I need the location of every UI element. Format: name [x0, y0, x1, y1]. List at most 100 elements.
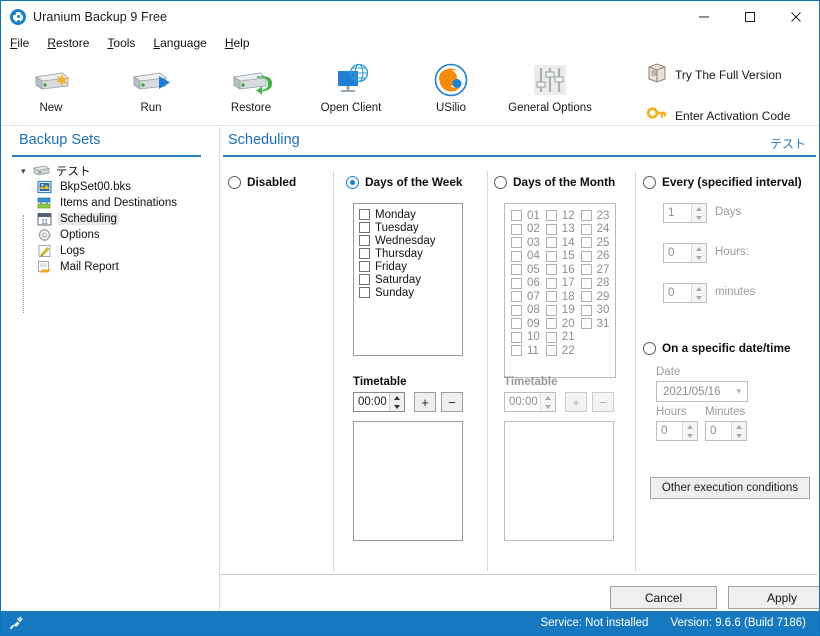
radio-every-interval[interactable]: Every (specified interval)	[643, 175, 802, 189]
tree-item-logs[interactable]: Logs	[1, 243, 219, 259]
checkbox-day-13[interactable]: 13	[545, 223, 575, 237]
week-timetable-add-button[interactable]: +	[414, 392, 436, 412]
menu-file[interactable]: File	[1, 33, 38, 53]
checkbox-day-05-box[interactable]	[511, 264, 522, 276]
radio-disabled-indicator[interactable]	[228, 176, 241, 189]
checkbox-day-09[interactable]: 09	[511, 317, 540, 331]
checkbox-day-24[interactable]: 24	[580, 223, 609, 237]
toolbar-button-new[interactable]: New	[1, 59, 101, 125]
week-timetable-remove-button[interactable]: −	[441, 392, 463, 412]
checkbox-day-16-box[interactable]	[545, 264, 557, 276]
radio-specific-datetime-indicator[interactable]	[643, 342, 656, 355]
other-execution-conditions-button[interactable]: Other execution conditions	[650, 477, 810, 499]
checkbox-day-08[interactable]: 08	[511, 304, 540, 318]
toolbar-button-restore[interactable]: Restore	[201, 59, 301, 125]
interval-hours-spinner-buttons[interactable]	[691, 244, 706, 262]
minimize-icon[interactable]	[681, 2, 727, 32]
checkbox-tuesday-box[interactable]	[359, 222, 370, 233]
toolbar-button-run[interactable]: Run	[101, 59, 201, 125]
specific-hours-spinner-buttons[interactable]	[682, 422, 697, 440]
checkbox-day-31-box[interactable]	[580, 318, 592, 330]
interval-hours-value[interactable]: 0	[664, 244, 691, 262]
checkbox-day-07-box[interactable]	[511, 291, 522, 303]
checkbox-day-02-box[interactable]	[511, 223, 522, 235]
checkbox-day-12[interactable]: 12	[545, 209, 575, 223]
checkbox-day-10[interactable]: 10	[511, 331, 540, 345]
checkbox-day-02[interactable]: 02	[511, 223, 540, 237]
checkbox-day-28[interactable]: 28	[580, 277, 609, 291]
interval-days-spinner[interactable]: 1	[663, 203, 707, 223]
checkbox-day-23[interactable]: 23	[580, 209, 609, 223]
checkbox-day-20[interactable]: 20	[545, 317, 575, 331]
radio-every-interval-indicator[interactable]	[643, 176, 656, 189]
checkbox-day-08-box[interactable]	[511, 304, 522, 316]
checkbox-wednesday[interactable]: Wednesday	[359, 234, 462, 247]
checkbox-day-20-box[interactable]	[545, 318, 557, 330]
checkbox-day-21-box[interactable]	[545, 331, 557, 343]
checkbox-day-14[interactable]: 14	[545, 236, 575, 250]
close-icon[interactable]	[773, 2, 819, 32]
radio-days-of-month-indicator[interactable]	[494, 176, 507, 189]
specific-hours-spinner[interactable]: 0	[656, 421, 698, 441]
specific-minutes-spinner-buttons[interactable]	[731, 422, 746, 440]
month-time-spinner-buttons[interactable]	[540, 393, 555, 411]
checkbox-day-22-box[interactable]	[545, 345, 557, 357]
checkbox-day-05[interactable]: 05	[511, 263, 540, 277]
enter-activation-code-link[interactable]: Enter Activation Code	[646, 102, 790, 129]
interval-minutes-value[interactable]: 0	[664, 284, 691, 302]
checkbox-day-14-box[interactable]	[545, 237, 557, 249]
checkbox-day-21[interactable]: 21	[545, 331, 575, 345]
interval-days-spinner-up[interactable]	[692, 204, 706, 213]
toolbar-button-open-client[interactable]: Open Client	[301, 59, 401, 125]
tree-item-root[interactable]: ▾ テスト	[1, 163, 219, 179]
month-timetable-list[interactable]	[504, 421, 614, 541]
tree-item-bkpset00[interactable]: BkpSet00.bks	[1, 179, 219, 195]
checkbox-day-31[interactable]: 31	[580, 317, 609, 331]
checkbox-day-01-box[interactable]	[511, 210, 522, 222]
checkbox-day-12-box[interactable]	[545, 210, 557, 222]
interval-minutes-spinner[interactable]: 0	[663, 283, 707, 303]
month-timetable-time-spinner[interactable]: 00:00	[504, 392, 556, 412]
specific-minutes-spinner-down[interactable]	[732, 431, 746, 440]
specific-minutes-spinner[interactable]: 0	[705, 421, 747, 441]
interval-hours-spinner-down[interactable]	[692, 253, 706, 262]
checkbox-friday-box[interactable]	[359, 261, 370, 272]
checkbox-day-07[interactable]: 07	[511, 290, 540, 304]
checkbox-day-25[interactable]: 25	[580, 236, 609, 250]
checkbox-day-16[interactable]: 16	[545, 263, 575, 277]
checkbox-thursday[interactable]: Thursday	[359, 247, 462, 260]
checkbox-day-24-box[interactable]	[580, 223, 592, 235]
tree-item-options[interactable]: Options	[1, 227, 219, 243]
checkbox-day-19[interactable]: 19	[545, 304, 575, 318]
checkbox-day-18-box[interactable]	[545, 291, 557, 303]
checkbox-day-30[interactable]: 30	[580, 304, 609, 318]
checkbox-day-29[interactable]: 29	[580, 290, 609, 304]
interval-hours-spinner-up[interactable]	[692, 244, 706, 253]
checkbox-day-10-box[interactable]	[511, 331, 522, 343]
interval-minutes-spinner-buttons[interactable]	[691, 284, 706, 302]
month-timetable-remove-button[interactable]: −	[592, 392, 614, 412]
specific-minutes-value[interactable]: 0	[706, 422, 731, 440]
try-full-version-link[interactable]: Try The Full Version	[646, 61, 782, 88]
menu-language[interactable]: Language	[144, 33, 215, 53]
checkbox-day-19-box[interactable]	[545, 304, 557, 316]
week-time-spinner-down[interactable]	[390, 402, 404, 411]
checkbox-sunday-box[interactable]	[359, 287, 370, 298]
interval-days-spinner-buttons[interactable]	[691, 204, 706, 222]
cancel-button[interactable]: Cancel	[610, 586, 717, 609]
checkbox-day-26-box[interactable]	[580, 250, 592, 262]
specific-minutes-spinner-up[interactable]	[732, 422, 746, 431]
interval-minutes-spinner-up[interactable]	[692, 284, 706, 293]
checkbox-friday[interactable]: Friday	[359, 260, 462, 273]
interval-minutes-spinner-down[interactable]	[692, 293, 706, 302]
checkbox-day-04[interactable]: 04	[511, 250, 540, 264]
checkbox-day-27-box[interactable]	[580, 264, 592, 276]
checkbox-day-03-box[interactable]	[511, 237, 522, 249]
week-time-spinner-buttons[interactable]	[389, 393, 404, 411]
radio-specific-datetime[interactable]: On a specific date/time	[643, 341, 791, 355]
days-of-week-listbox[interactable]: Monday Tuesday Wednesday Thursday Friday…	[353, 203, 463, 356]
apply-button[interactable]: Apply	[728, 586, 819, 609]
checkbox-sunday[interactable]: Sunday	[359, 286, 462, 299]
week-time-spinner-up[interactable]	[390, 393, 404, 402]
checkbox-day-03[interactable]: 03	[511, 236, 540, 250]
